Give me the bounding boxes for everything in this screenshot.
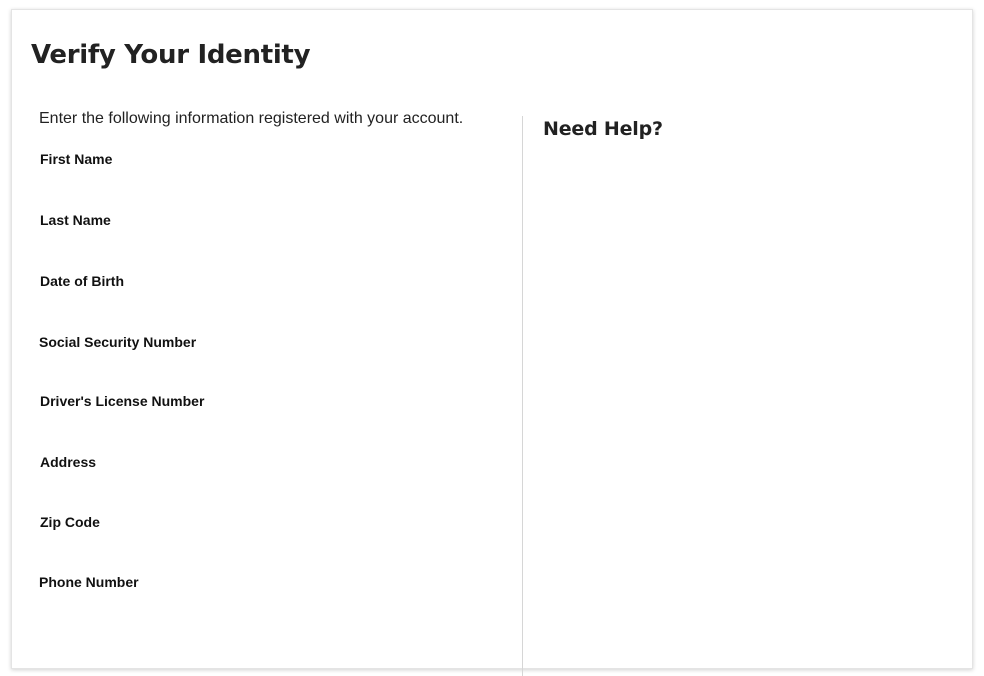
form-instructions: Enter the following information register…: [39, 110, 464, 127]
column-divider: [522, 116, 523, 676]
first-name-label: First Name: [40, 151, 113, 167]
drivers-license-label: Driver's License Number: [40, 393, 205, 409]
ssn-label: Social Security Number: [39, 334, 197, 350]
verify-identity-card: Verify Your Identity Enter the following…: [11, 9, 973, 676]
zip-code-label: Zip Code: [40, 514, 100, 530]
phone-number-label: Phone Number: [39, 574, 139, 590]
page-title: Verify Your Identity: [31, 40, 311, 70]
need-help-heading: Need Help?: [543, 118, 663, 140]
address-label: Address: [40, 454, 97, 470]
last-name-label: Last Name: [40, 212, 111, 228]
date-of-birth-label: Date of Birth: [40, 273, 124, 289]
